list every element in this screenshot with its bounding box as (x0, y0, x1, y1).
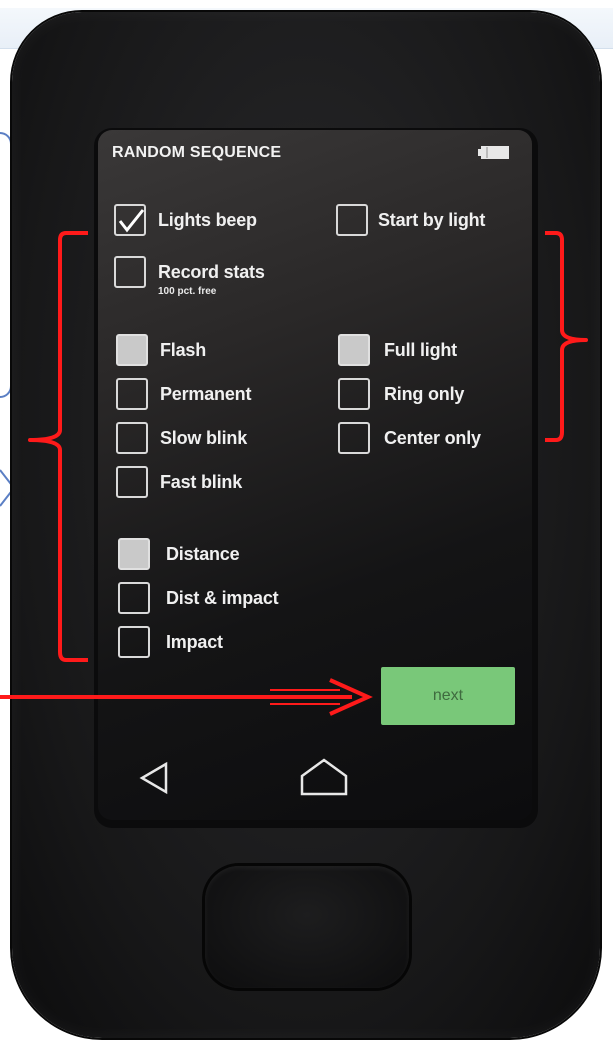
right-bracket-icon (545, 231, 588, 442)
left-bracket-icon (28, 231, 88, 662)
annotation-overlay (0, 231, 588, 716)
arrow-to-next-icon (0, 678, 373, 716)
